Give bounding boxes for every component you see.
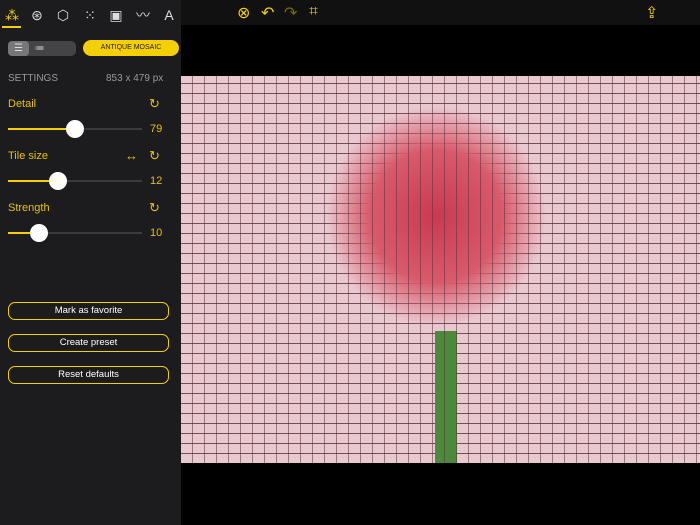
preset-button[interactable]: ANTIQUE MOSAIC: [83, 40, 179, 56]
detail-label: Detail: [8, 98, 37, 110]
settings-label: SETTINGS: [8, 73, 59, 84]
view-mode-toggle[interactable]: ☰ ≔: [8, 41, 76, 56]
undo-icon[interactable]: ↶: [261, 3, 274, 23]
close-circle-icon[interactable]: ⊗: [237, 3, 250, 23]
color-circles-icon: ⊛: [31, 7, 43, 23]
settings-panel: ⁂ ⊛ ⬡ ⁙ ▣ 〰 A ☰ ≔ ANTIQUE MOSAIC SETTING…: [0, 0, 181, 525]
image-icon: ▣: [109, 7, 123, 23]
mark-favorite-button[interactable]: Mark as favorite: [8, 302, 169, 320]
strength-label: Strength: [8, 202, 50, 214]
share-icon[interactable]: ⇪: [645, 3, 658, 23]
tab-text[interactable]: A: [158, 5, 180, 25]
tab-effects[interactable]: ⁂: [1, 5, 23, 25]
list-view-icon[interactable]: ≔: [29, 41, 50, 56]
text-icon: A: [164, 7, 174, 23]
tile-size-slider[interactable]: [8, 172, 142, 190]
mosaic-image-canvas[interactable]: [181, 76, 700, 463]
tab-3d[interactable]: ⬡: [52, 5, 74, 25]
tab-image[interactable]: ▣: [105, 5, 127, 25]
crop-icon[interactable]: ⌗: [309, 3, 318, 21]
reset-strength-icon[interactable]: ↻: [149, 200, 160, 216]
sliders-view-icon[interactable]: ☰: [8, 41, 29, 56]
reset-defaults-button[interactable]: Reset defaults: [8, 366, 169, 384]
mustache-icon: 〰: [136, 7, 150, 23]
top-toolbar: ⊗ ↶ ↷ ⌗ ⇪: [181, 0, 700, 25]
reset-detail-icon[interactable]: ↻: [149, 96, 160, 112]
magic-wand-icon: ⁂: [5, 7, 19, 23]
tab-halftone[interactable]: ⁙: [79, 5, 101, 25]
empty-view-segment[interactable]: [50, 41, 71, 56]
tile-size-value: 12: [150, 175, 163, 187]
tile-size-label: Tile size: [8, 150, 48, 162]
cubes-icon: ⬡: [56, 7, 70, 23]
redo-icon[interactable]: ↷: [284, 3, 297, 23]
create-preset-button[interactable]: Create preset: [8, 334, 169, 352]
strength-slider[interactable]: [8, 224, 142, 242]
detail-slider[interactable]: [8, 120, 142, 138]
dots-grid-icon: ⁙: [84, 7, 96, 23]
image-size: 853 x 479 px: [106, 73, 164, 84]
active-tab-indicator: [2, 26, 21, 28]
tab-mustache[interactable]: 〰: [132, 5, 154, 25]
horizontal-arrows-icon[interactable]: ↔: [125, 148, 138, 163]
reset-tile-size-icon[interactable]: ↻: [149, 148, 160, 164]
detail-value: 79: [150, 123, 163, 135]
strength-value: 10: [150, 227, 163, 239]
tab-color[interactable]: ⊛: [26, 5, 48, 25]
